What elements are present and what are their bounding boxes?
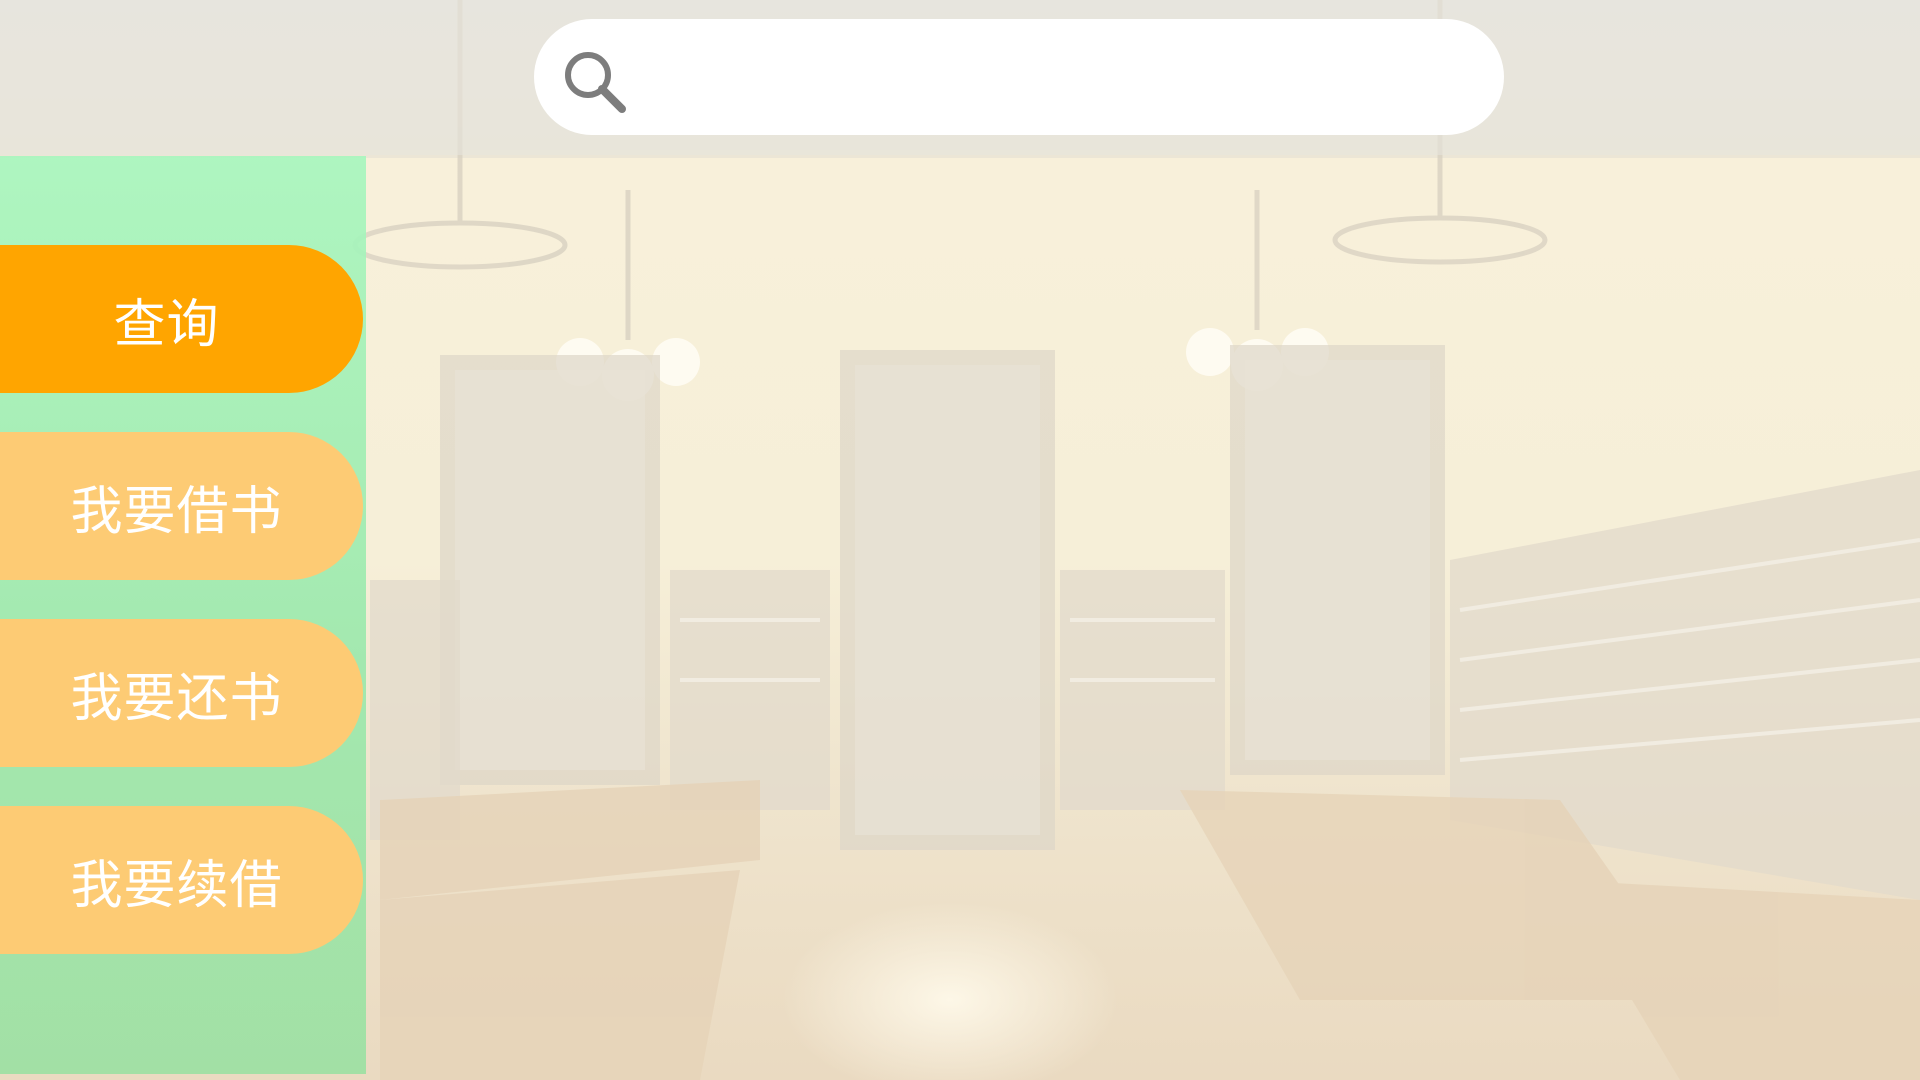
sidebar-item-query[interactable]: 查询 — [0, 245, 363, 393]
sidebar-item-label: 查询 — [113, 294, 220, 355]
sidebar-item-label: 我要续借 — [70, 855, 283, 916]
sidebar-item-return-book[interactable]: 我要还书 — [0, 619, 363, 767]
search-box[interactable] — [534, 19, 1504, 135]
search-input[interactable] — [644, 45, 1468, 111]
sidebar-item-renew-book[interactable]: 我要续借 — [0, 806, 363, 954]
sidebar-item-label: 我要还书 — [70, 668, 283, 729]
sidebar-item-label: 我要借书 — [70, 481, 283, 542]
top-search-band — [0, 0, 1920, 155]
sidebar-item-borrow-book[interactable]: 我要借书 — [0, 432, 363, 580]
search-icon[interactable] — [560, 47, 630, 117]
